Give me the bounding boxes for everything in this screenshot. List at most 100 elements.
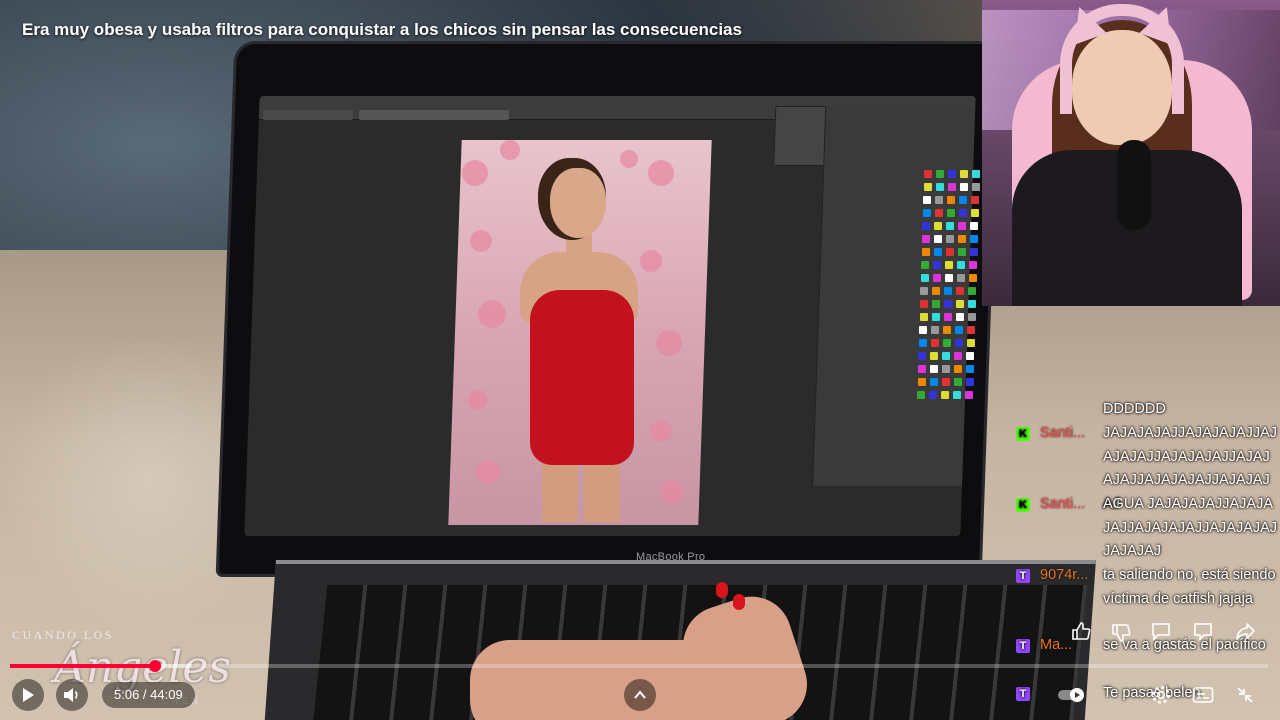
photoshop-swatch	[969, 248, 978, 256]
photoshop-swatch	[955, 326, 964, 334]
photoshop-swatch	[930, 352, 939, 360]
play-button[interactable]	[12, 679, 44, 711]
photoshop-swatch	[968, 287, 977, 295]
photoshop-swatch	[954, 339, 963, 347]
photo-flower	[650, 420, 672, 442]
twitch-badge: T	[1016, 569, 1030, 583]
logo-top-text: CUANDO LOS	[12, 628, 115, 642]
photoshop-swatch	[958, 222, 967, 230]
laptop-brand-label: MacBook Pro	[636, 551, 706, 563]
photoshop-swatch	[959, 183, 968, 191]
photoshop-swatch	[931, 313, 940, 321]
toggle-icon	[1057, 687, 1085, 703]
twitch-badge: T	[1016, 687, 1030, 701]
photoshop-swatch	[966, 352, 975, 360]
photoshop-swatch	[942, 352, 951, 360]
photo-flower	[660, 480, 684, 504]
photoshop-swatch	[924, 170, 932, 178]
photoshop-side-panel	[812, 106, 976, 486]
video-title: Era muy obesa y usaba filtros para conqu…	[22, 20, 742, 39]
photoshop-swatch	[948, 170, 956, 178]
photoshop-swatch	[919, 313, 928, 321]
photoshop-swatch	[929, 378, 938, 386]
photo-flower	[476, 460, 500, 484]
photo-red-dress	[530, 290, 634, 465]
chat-username[interactable]: 9074r...	[1040, 564, 1088, 588]
photoshop-swatch	[942, 365, 950, 373]
photoshop-swatch	[958, 209, 967, 217]
settings-button[interactable]	[1146, 680, 1176, 710]
photoshop-tab	[262, 110, 354, 120]
photoshop-swatch	[957, 261, 966, 269]
photoshop-swatch	[972, 170, 980, 178]
photoshop-swatch	[959, 196, 968, 204]
photoshop-swatch	[934, 209, 943, 217]
subtitles-button[interactable]	[1188, 680, 1218, 710]
photoshop-swatch	[918, 365, 926, 373]
photoshop-swatch	[957, 248, 966, 256]
photo-flower	[648, 160, 674, 186]
photoshop-swatch	[932, 287, 941, 295]
share-button[interactable]	[1230, 616, 1260, 646]
photoshop-swatch	[966, 339, 975, 347]
chat-username[interactable]: Santi...	[1040, 422, 1085, 446]
photo-flower	[656, 330, 682, 356]
hand-palm	[470, 640, 770, 720]
photoshop-swatch	[922, 222, 931, 230]
photoshop-swatch	[917, 378, 926, 386]
photoshop-swatch	[932, 300, 940, 308]
photoshop-swatch	[930, 339, 939, 347]
comments-button[interactable]	[1146, 616, 1176, 646]
message-icon	[1192, 620, 1214, 642]
photoshop-swatch	[971, 196, 980, 204]
photoshop-swatch	[941, 391, 950, 399]
photoshop-swatch	[935, 183, 944, 191]
kick-badge: K	[1016, 498, 1030, 512]
photoshop-swatch	[947, 196, 956, 204]
dislike-button[interactable]	[1106, 618, 1136, 648]
photo-flower	[478, 300, 506, 328]
share-icon	[1234, 620, 1256, 642]
chat-bubble-button[interactable]	[1188, 616, 1218, 646]
volume-button[interactable]	[56, 679, 88, 711]
chat-message: K Santi... AGUA JAJAJAJAJJAJAJAJAJJAJAJA…	[1010, 493, 1280, 565]
photoshop-swatch	[933, 261, 942, 269]
photoshop-swatch	[956, 274, 965, 282]
photoshop-swatch	[970, 222, 979, 230]
photo-flower	[620, 150, 638, 168]
photoshop-swatch	[935, 196, 944, 204]
like-button[interactable]	[1066, 616, 1096, 646]
photoshop-swatch	[970, 209, 979, 217]
photo-flower	[470, 230, 492, 252]
photoshop-swatch	[918, 352, 927, 360]
play-icon	[20, 687, 36, 703]
photoshop-swatch	[918, 339, 927, 347]
progress-bar[interactable]	[10, 660, 1268, 672]
photoshop-swatch	[967, 326, 976, 334]
thumbs-down-icon	[1110, 622, 1132, 644]
photoshop-swatch	[934, 222, 943, 230]
fullscreen-button[interactable]	[1230, 680, 1260, 710]
photoshop-swatch	[942, 339, 951, 347]
photoshop-swatch	[969, 261, 978, 269]
time-display: 5:06 / 44:09	[102, 682, 195, 708]
photoshop-swatch	[965, 391, 974, 399]
photoshop-swatch	[954, 352, 963, 360]
photo-flower	[462, 160, 488, 186]
photoshop-swatch	[954, 365, 962, 373]
photoshop-swatch	[946, 235, 954, 243]
chevron-up-icon	[632, 687, 648, 703]
thumbs-up-icon	[1070, 620, 1092, 642]
autoplay-toggle[interactable]	[1056, 680, 1086, 710]
photoshop-swatch	[922, 235, 930, 243]
fingernail	[733, 594, 745, 610]
photoshop-swatch	[923, 183, 932, 191]
photoshop-swatch	[965, 378, 974, 386]
progress-played	[10, 664, 156, 668]
gear-icon	[1150, 684, 1172, 706]
chat-username[interactable]: Santi...	[1040, 493, 1085, 517]
expand-button[interactable]	[624, 679, 656, 711]
photo-legs	[542, 460, 620, 522]
photoshop-swatch	[936, 170, 944, 178]
photoshop-swatch	[944, 300, 952, 308]
